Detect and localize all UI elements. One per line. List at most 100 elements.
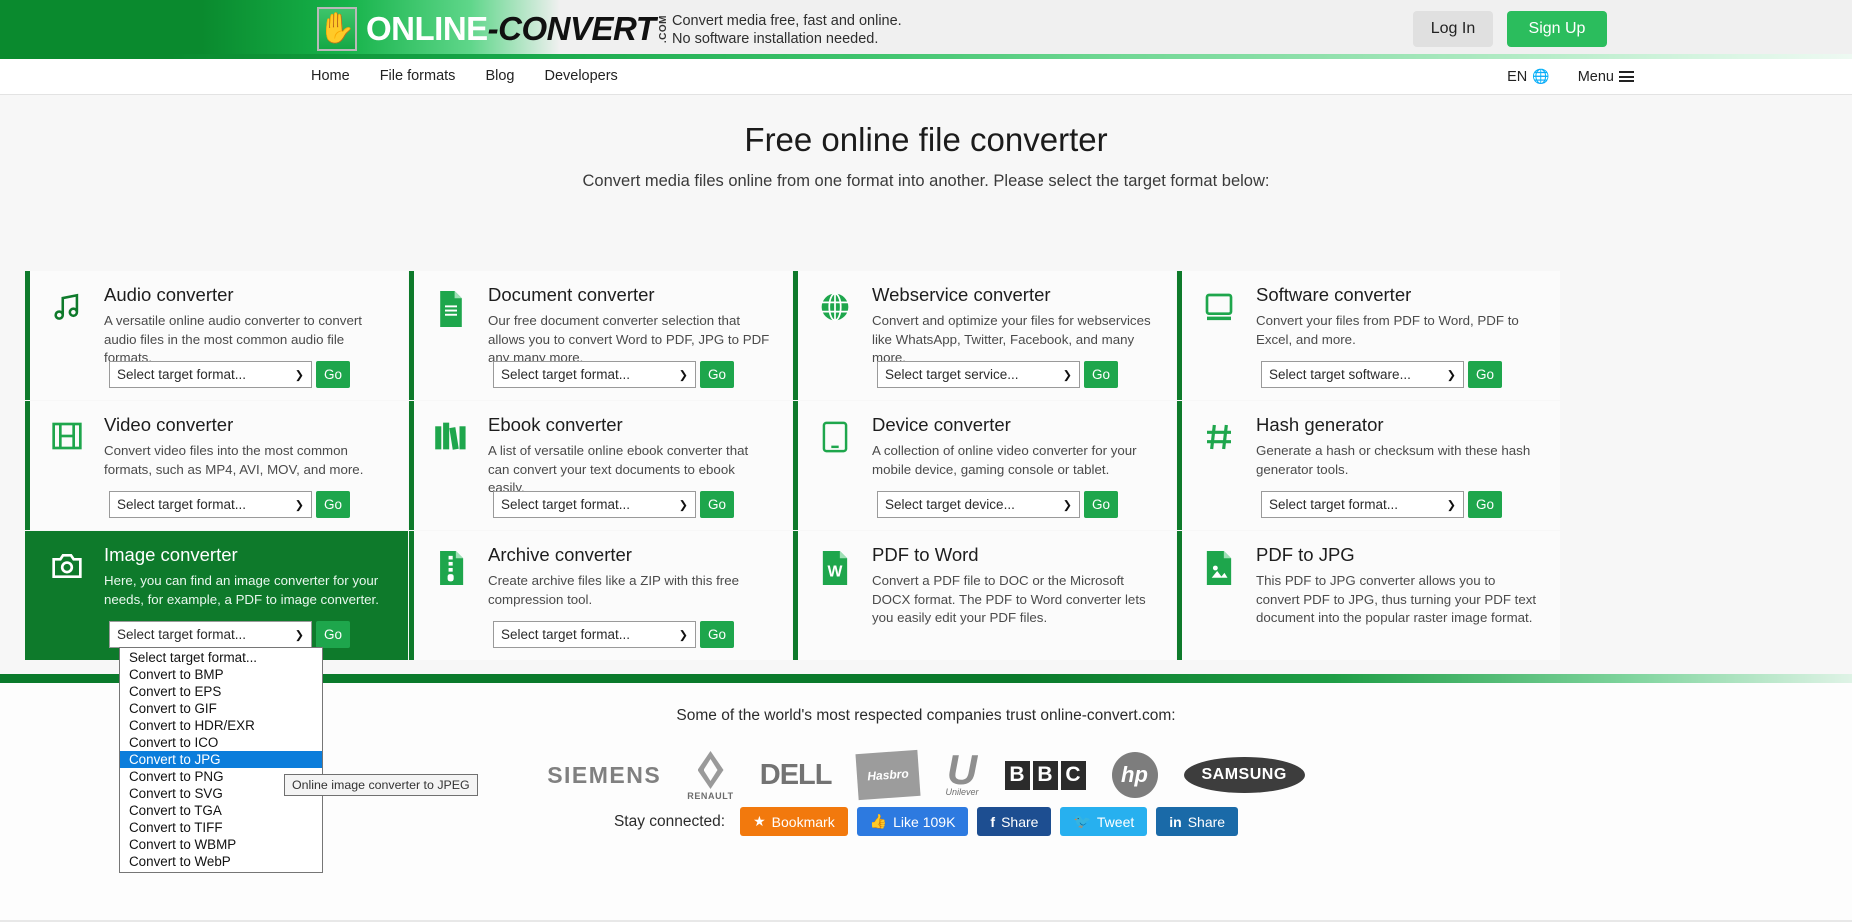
facebook-like-button[interactable]: 👍 Like 109K: [856, 807, 969, 836]
converter-cell: Device converter A collection of online …: [793, 401, 1176, 530]
card-title: Hash generator: [1256, 414, 1384, 435]
hasbro-logo: Hasbro: [855, 749, 922, 801]
card-title: Ebook converter: [488, 414, 623, 435]
site-logo[interactable]: ✋ ONLINE -CONVERT .COM: [317, 7, 669, 51]
card-webservice-converter[interactable]: Webservice converter Convert and optimiz…: [793, 271, 1176, 400]
page-subtitle: Convert media files online from one form…: [582, 172, 1270, 190]
card-ebook-converter[interactable]: Ebook converter A list of versatile onli…: [409, 401, 792, 530]
target-format-select-image[interactable]: Select target format...: [109, 621, 312, 648]
card-description: Our free document converter selection th…: [488, 313, 770, 365]
hash-icon: [1182, 415, 1256, 530]
go-button[interactable]: Go: [1084, 491, 1118, 518]
go-button[interactable]: Go: [1468, 491, 1502, 518]
card-software-converter[interactable]: Software converter Convert your files fr…: [1177, 271, 1560, 400]
card-controls: Select target format... ❯ Go: [109, 621, 350, 648]
target-format-select[interactable]: Select target format...: [493, 361, 696, 388]
dropdown-option[interactable]: Convert to WebP: [120, 853, 322, 870]
card-description: Convert and optimize your files for webs…: [872, 313, 1151, 365]
converter-cell: Hash generator Generate a hash or checks…: [1177, 401, 1560, 530]
card-controls: Select target device... ❯ Go: [877, 491, 1118, 518]
nav-item-developers[interactable]: Developers: [544, 68, 617, 84]
linkedin-share-label: Share: [1187, 813, 1226, 830]
top-bar: ✋ ONLINE -CONVERT .COM Convert media fre…: [0, 0, 1852, 59]
dropdown-option[interactable]: Convert to EPS: [120, 683, 322, 700]
logo-dotcom-text: .COM: [658, 14, 670, 44]
facebook-share-button[interactable]: f Share: [977, 807, 1052, 836]
signup-button[interactable]: Sign Up: [1507, 11, 1607, 47]
globe-icon: 🌐: [1532, 68, 1550, 84]
dropdown-option[interactable]: Convert to BMP: [120, 666, 322, 683]
target-format-select[interactable]: Select target format...: [1261, 491, 1464, 518]
dropdown-option[interactable]: Select target format...: [120, 649, 322, 666]
twitter-tweet-button[interactable]: 🐦 Tweet: [1060, 807, 1148, 836]
language-selector[interactable]: EN 🌐: [1507, 68, 1550, 85]
linkedin-share-button[interactable]: in Share: [1156, 807, 1239, 836]
card-device-converter[interactable]: Device converter A collection of online …: [793, 401, 1176, 530]
like-label: Like 109K: [893, 813, 956, 830]
target-format-dropdown-list[interactable]: Select target format... Convert to BMP C…: [119, 647, 323, 873]
card-video-converter[interactable]: Video converter Convert video files into…: [25, 401, 408, 530]
login-button[interactable]: Log In: [1413, 11, 1493, 47]
menu-button[interactable]: Menu: [1578, 69, 1634, 85]
dropdown-option[interactable]: Convert to TGA: [120, 802, 322, 819]
target-software-select[interactable]: Select target software...: [1261, 361, 1464, 388]
card-description: Here, you can find an image converter fo…: [104, 573, 379, 607]
globe-icon: [798, 285, 872, 400]
main-navigation: Home File formats Blog Developers EN 🌐 M…: [0, 59, 1852, 95]
target-device-select[interactable]: Select target device...: [877, 491, 1080, 518]
card-description: Generate a hash or checksum with these h…: [1256, 443, 1531, 477]
bookmark-label: Bookmark: [771, 813, 835, 830]
card-description: A list of versatile online ebook convert…: [488, 443, 749, 495]
card-document-converter[interactable]: Document converter Our free document con…: [409, 271, 792, 400]
target-format-select[interactable]: Select target format...: [109, 491, 312, 518]
target-format-select[interactable]: Select target format...: [493, 621, 696, 648]
dropdown-option[interactable]: Convert to GIF: [120, 700, 322, 717]
go-button[interactable]: Go: [700, 361, 734, 388]
card-controls: Select target software... ❯ Go: [1261, 361, 1502, 388]
social-label: Stay connected:: [613, 812, 726, 830]
bookmark-button[interactable]: ★ Bookmark: [740, 807, 848, 836]
nav-item-blog[interactable]: Blog: [485, 68, 514, 84]
card-title: PDF to Word: [872, 544, 979, 565]
go-button[interactable]: Go: [316, 621, 350, 648]
logo-convert-text: -CONVERT: [487, 10, 656, 47]
hamburger-icon: [1619, 71, 1634, 82]
renault-logo: RENAULT: [687, 749, 734, 801]
go-button[interactable]: Go: [700, 491, 734, 518]
tagline-line-2: No software installation needed.: [672, 31, 879, 48]
dropdown-option[interactable]: Convert to ICO: [120, 734, 322, 751]
dropdown-option[interactable]: Convert to TIFF: [120, 819, 322, 836]
go-button[interactable]: Go: [1084, 361, 1118, 388]
card-audio-converter[interactable]: Audio converter A versatile online audio…: [25, 271, 408, 400]
tweet-label: Tweet: [1096, 813, 1135, 830]
target-service-select[interactable]: Select target service...: [877, 361, 1080, 388]
dropdown-option-selected[interactable]: Convert to JPG: [120, 751, 322, 768]
dropdown-option[interactable]: Convert to WBMP: [120, 836, 322, 853]
archive-icon: [414, 545, 488, 660]
hp-logo: hp: [1111, 752, 1158, 798]
card-pdf-to-jpg[interactable]: PDF to JPG This PDF to JPG converter all…: [1177, 531, 1560, 660]
nav-item-home[interactable]: Home: [311, 68, 350, 84]
card-image-converter[interactable]: Image converter Here, you can find an im…: [25, 531, 408, 660]
go-button[interactable]: Go: [1468, 361, 1502, 388]
bbc-logo: BBC: [1004, 760, 1086, 790]
converter-cell: Document converter Our free document con…: [409, 271, 792, 400]
nav-item-file-formats[interactable]: File formats: [380, 68, 456, 84]
card-description: A collection of online video converter f…: [872, 443, 1137, 477]
converter-cell: Image converter Here, you can find an im…: [25, 531, 408, 660]
go-button[interactable]: Go: [316, 491, 350, 518]
card-pdf-to-word[interactable]: W PDF to Word Convert a PDF file to DOC …: [793, 531, 1176, 660]
go-button[interactable]: Go: [700, 621, 734, 648]
document-icon: [414, 285, 488, 400]
converter-cell: W PDF to Word Convert a PDF file to DOC …: [793, 531, 1176, 660]
card-hash-generator[interactable]: Hash generator Generate a hash or checks…: [1177, 401, 1560, 530]
target-format-select[interactable]: Select target format...: [493, 491, 696, 518]
footer-divider: [0, 920, 1852, 922]
go-button[interactable]: Go: [316, 361, 350, 388]
card-controls: Select target service... ❯ Go: [877, 361, 1118, 388]
dropdown-option[interactable]: Convert to HDR/EXR: [120, 717, 322, 734]
card-description: Convert a PDF file to DOC or the Microso…: [872, 573, 1146, 625]
samsung-logo: SAMSUNG: [1183, 757, 1305, 793]
target-format-select[interactable]: Select target format...: [109, 361, 312, 388]
card-archive-converter[interactable]: Archive converter Create archive files l…: [409, 531, 792, 660]
